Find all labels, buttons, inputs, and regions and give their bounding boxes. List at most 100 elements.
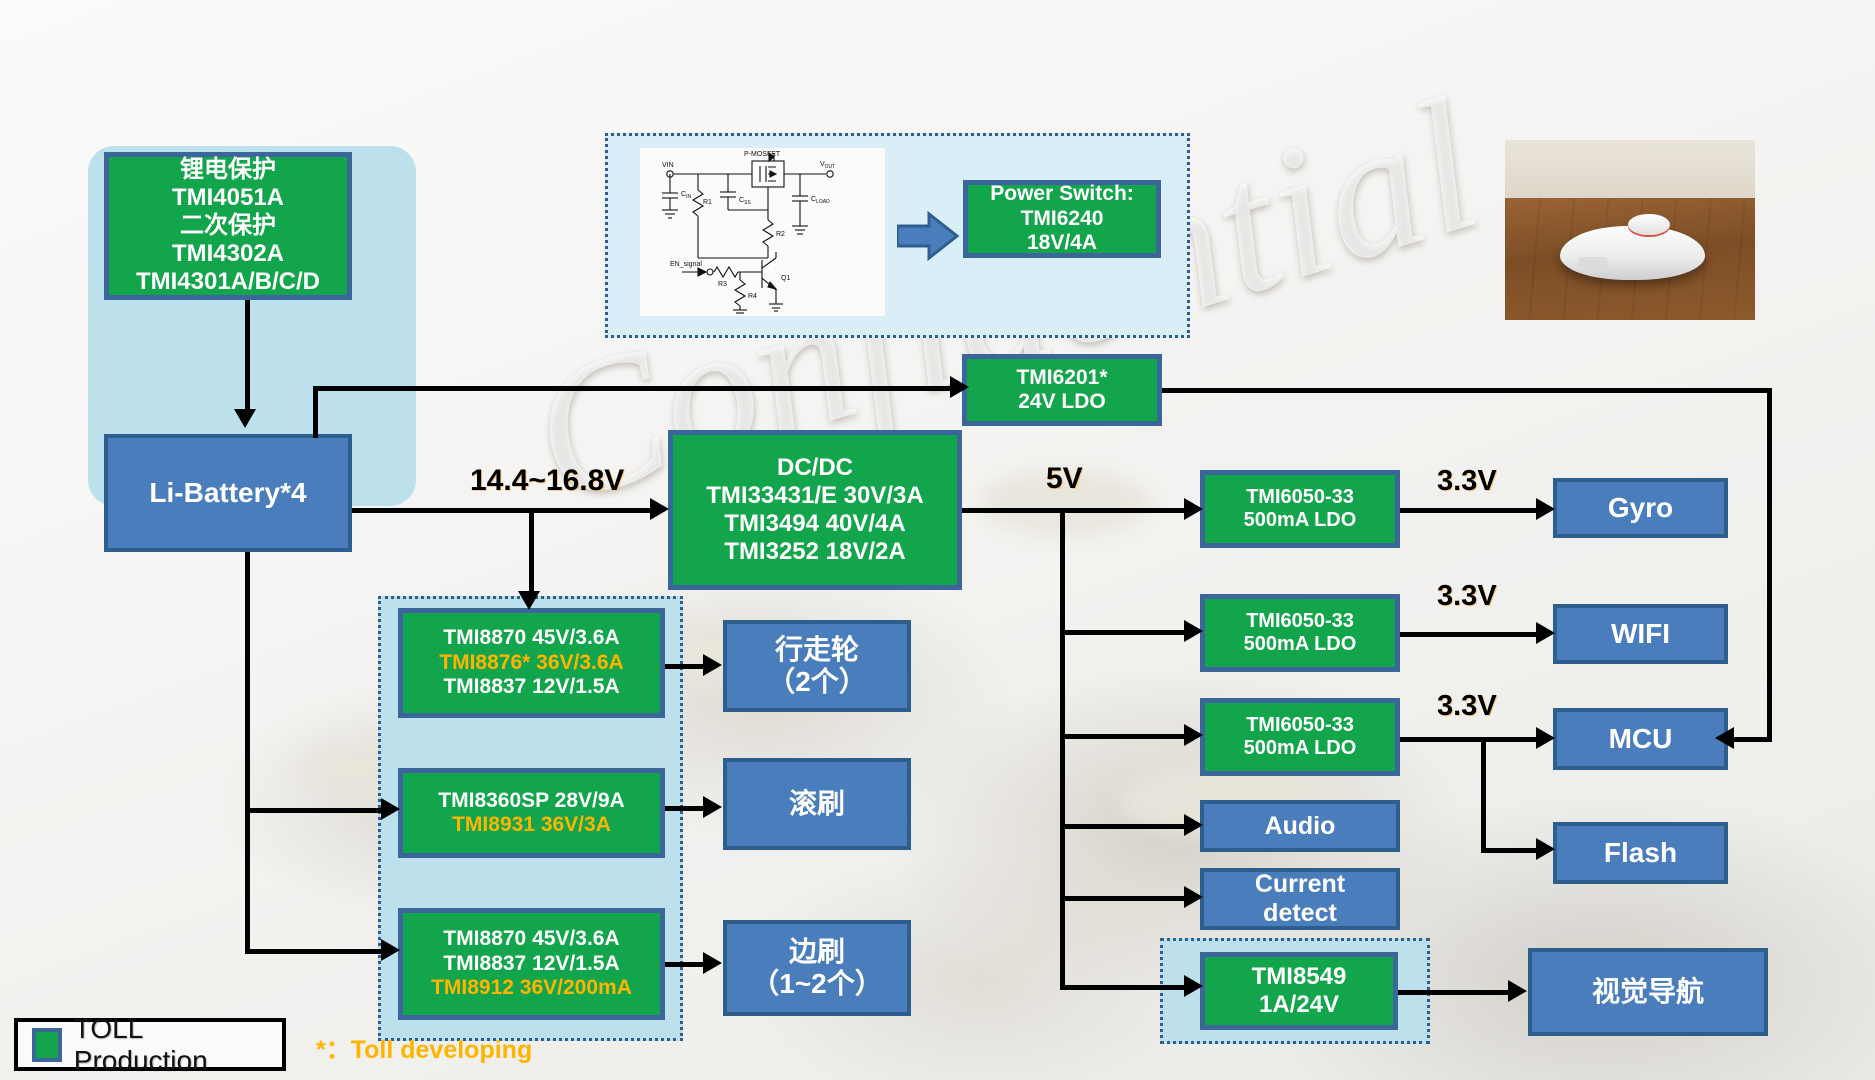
arrowhead-side-driver-to-load — [703, 952, 722, 974]
wire-5v-to-ldo2 — [1060, 630, 1188, 635]
arrowhead-battery-to-dcdc — [650, 498, 669, 520]
audio-block[interactable]: Audio — [1200, 800, 1400, 852]
voltage-label-ldo3-out: 3.3V — [1437, 690, 1497, 722]
arrowhead-rail-to-side-driver — [381, 939, 400, 961]
driver-roller-block[interactable]: TMI8360SP 28V/9A TMI8931 36V/3A — [398, 768, 665, 858]
wire-5v-to-led-driver — [1060, 985, 1188, 990]
ldo-24v-line-1: TMI6201* — [1016, 365, 1108, 389]
schematic-label-r4: R4 — [748, 293, 757, 300]
schematic-label-vin: VIN — [662, 162, 674, 169]
ldo-24v-block[interactable]: TMI6201* 24V LDO — [962, 354, 1162, 426]
ldo-2-block[interactable]: TMI6050-33 500mA LDO — [1200, 594, 1400, 672]
driver-wheel-block[interactable]: TMI8870 45V/3.6A TMI8876* 36V/3.6A TMI88… — [398, 608, 665, 718]
arrowhead-wheel-driver-to-load — [703, 654, 722, 676]
ldo-1-line-1: TMI6050-33 — [1246, 485, 1354, 508]
flash-block[interactable]: Flash — [1553, 822, 1728, 884]
driver-side-line-1: TMI8870 45V/3.6A — [443, 927, 620, 951]
dcdc-line-1: DC/DC — [777, 454, 853, 482]
dcdc-line-4: TMI3252 18V/2A — [724, 537, 906, 565]
legend-production-label: TOLL Production — [73, 1012, 208, 1076]
arrowhead-led-driver-to-vision — [1508, 980, 1527, 1002]
power-switch-block[interactable]: Power Switch: TMI6240 18V/4A — [963, 180, 1161, 258]
driver-wheel-line-3: TMI8837 12V/1.5A — [443, 675, 620, 699]
load-roller-line-1: 滚刷 — [788, 787, 845, 819]
driver-side-block[interactable]: TMI8870 45V/3.6A TMI8837 12V/1.5A TMI891… — [398, 908, 665, 1020]
arrowhead-bus-to-ldo24v — [950, 376, 969, 398]
ldo-2-line-2: 500mA LDO — [1243, 633, 1357, 655]
wire-side-driver-to-load — [665, 962, 707, 967]
voltage-label-dcdc-out: 5V — [1046, 462, 1083, 495]
vision-navigation-block[interactable]: 视觉导航 — [1528, 948, 1768, 1036]
gyro-block[interactable]: Gyro — [1553, 478, 1728, 538]
protection-line-4: TMI4302A — [171, 239, 285, 267]
battery-protection-block[interactable]: 锂电保护 TMI4051A 二次保护 TMI4302A TMI4301A/B/C… — [104, 152, 352, 300]
flow-chevron-icon — [895, 210, 960, 262]
robot-vacuum-photo — [1505, 140, 1755, 320]
wire-ldo3-to-mcu — [1400, 737, 1540, 742]
driver-side-line-3: TMI8912 36V/200mA — [431, 976, 632, 1000]
wire-rail-to-roller-driver — [245, 808, 385, 813]
led-driver-block[interactable]: TMI8549 1A/24V — [1200, 952, 1398, 1030]
wire-ldo24v-to-right-rail — [1162, 388, 1772, 393]
wire-right-rail-down — [1767, 388, 1772, 740]
schematic-label-vout: VOUT — [820, 161, 835, 170]
arrowhead-rail-to-roller-driver — [381, 798, 400, 820]
wifi-block[interactable]: WIFI — [1553, 604, 1728, 664]
ldo-1-block[interactable]: TMI6050-33 500mA LDO — [1200, 470, 1400, 548]
schematic-label-pmosfet: P-MOSFET — [744, 151, 781, 158]
schematic-label-cin: CIN — [681, 191, 691, 200]
driver-wheel-line-1: TMI8870 45V/3.6A — [443, 626, 620, 650]
protection-line-5: TMI4301A/B/C/D — [135, 267, 321, 295]
legend-developing-note: *：Toll developing — [316, 1036, 533, 1064]
wire-5v-distribution-rail — [1060, 508, 1065, 988]
mcu-block[interactable]: MCU — [1553, 708, 1728, 770]
arrowhead-protection-to-battery — [234, 409, 256, 428]
protection-line-1: 锂电保护 — [180, 156, 276, 184]
wire-branch-to-flash — [1481, 737, 1486, 851]
arrowhead-ldo3-to-mcu — [1536, 727, 1555, 749]
current-detect-line-1: Current — [1254, 870, 1346, 898]
legend-toll-production: TOLL Production — [14, 1013, 286, 1076]
ldo-3-block[interactable]: TMI6050-33 500mA LDO — [1200, 698, 1400, 776]
wire-5v-to-current-detect — [1060, 896, 1188, 901]
driver-roller-line-1: TMI8360SP 28V/9A — [438, 788, 625, 812]
gyro-label: Gyro — [1607, 491, 1674, 523]
dcdc-line-3: TMI3494 40V/4A — [724, 510, 906, 537]
wire-dcdc-to-ldo1 — [962, 508, 1188, 513]
load-side-line-1: 边刷 — [788, 935, 845, 967]
voltage-label-ldo1-out: 3.3V — [1437, 465, 1497, 497]
power-switch-line-2: TMI6240 — [1020, 206, 1104, 230]
arrowhead-ldo2-to-wifi — [1536, 622, 1555, 644]
dcdc-block[interactable]: DC/DC TMI33431/E 30V/3A TMI3494 40V/4A T… — [668, 430, 962, 590]
led-driver-line-1: TMI8549 — [1251, 963, 1347, 991]
wire-to-flash — [1481, 848, 1540, 853]
current-detect-block[interactable]: Current detect — [1200, 868, 1400, 930]
li-battery-block[interactable]: Li-Battery*4 — [104, 434, 352, 552]
protection-line-2: TMI4051A — [171, 184, 285, 212]
arrowhead-to-flash — [1536, 838, 1555, 860]
load-roller-block[interactable]: 滚刷 — [723, 758, 911, 850]
wire-ldo2-to-wifi — [1400, 632, 1540, 637]
li-battery-label: Li-Battery*4 — [149, 476, 307, 508]
arrowhead-ldo1-to-gyro — [1536, 498, 1555, 520]
arrowhead-dcdc-to-ldo1 — [1184, 498, 1203, 520]
ldo-3-line-1: TMI6050-33 — [1246, 713, 1354, 736]
power-switch-line-1: Power Switch: — [990, 182, 1134, 206]
arrowhead-5v-to-led-driver — [1184, 975, 1203, 997]
wire-right-rail-to-mcu — [1730, 737, 1772, 742]
current-detect-line-2: detect — [1263, 899, 1337, 927]
load-wheel-block[interactable]: 行走轮 （2个） — [723, 620, 911, 712]
driver-side-line-2: TMI8837 12V/1.5A — [443, 951, 620, 975]
load-side-line-2: （1~2个） — [751, 968, 883, 999]
wire-bus-to-ldo24v — [313, 386, 961, 391]
protection-line-3: 二次保护 — [180, 212, 276, 240]
wire-wheel-driver-to-load — [665, 664, 707, 669]
wifi-label: WIFI — [1610, 617, 1671, 649]
audio-label: Audio — [1264, 811, 1336, 840]
schematic-label-r2: R2 — [776, 231, 785, 238]
load-wheel-line-2: （2个） — [767, 666, 867, 697]
schematic-label-cload: CLOAD — [811, 196, 830, 205]
wire-protection-to-battery — [245, 300, 250, 410]
schematic-label-r3: R3 — [718, 281, 727, 288]
load-side-block[interactable]: 边刷 （1~2个） — [723, 920, 911, 1016]
